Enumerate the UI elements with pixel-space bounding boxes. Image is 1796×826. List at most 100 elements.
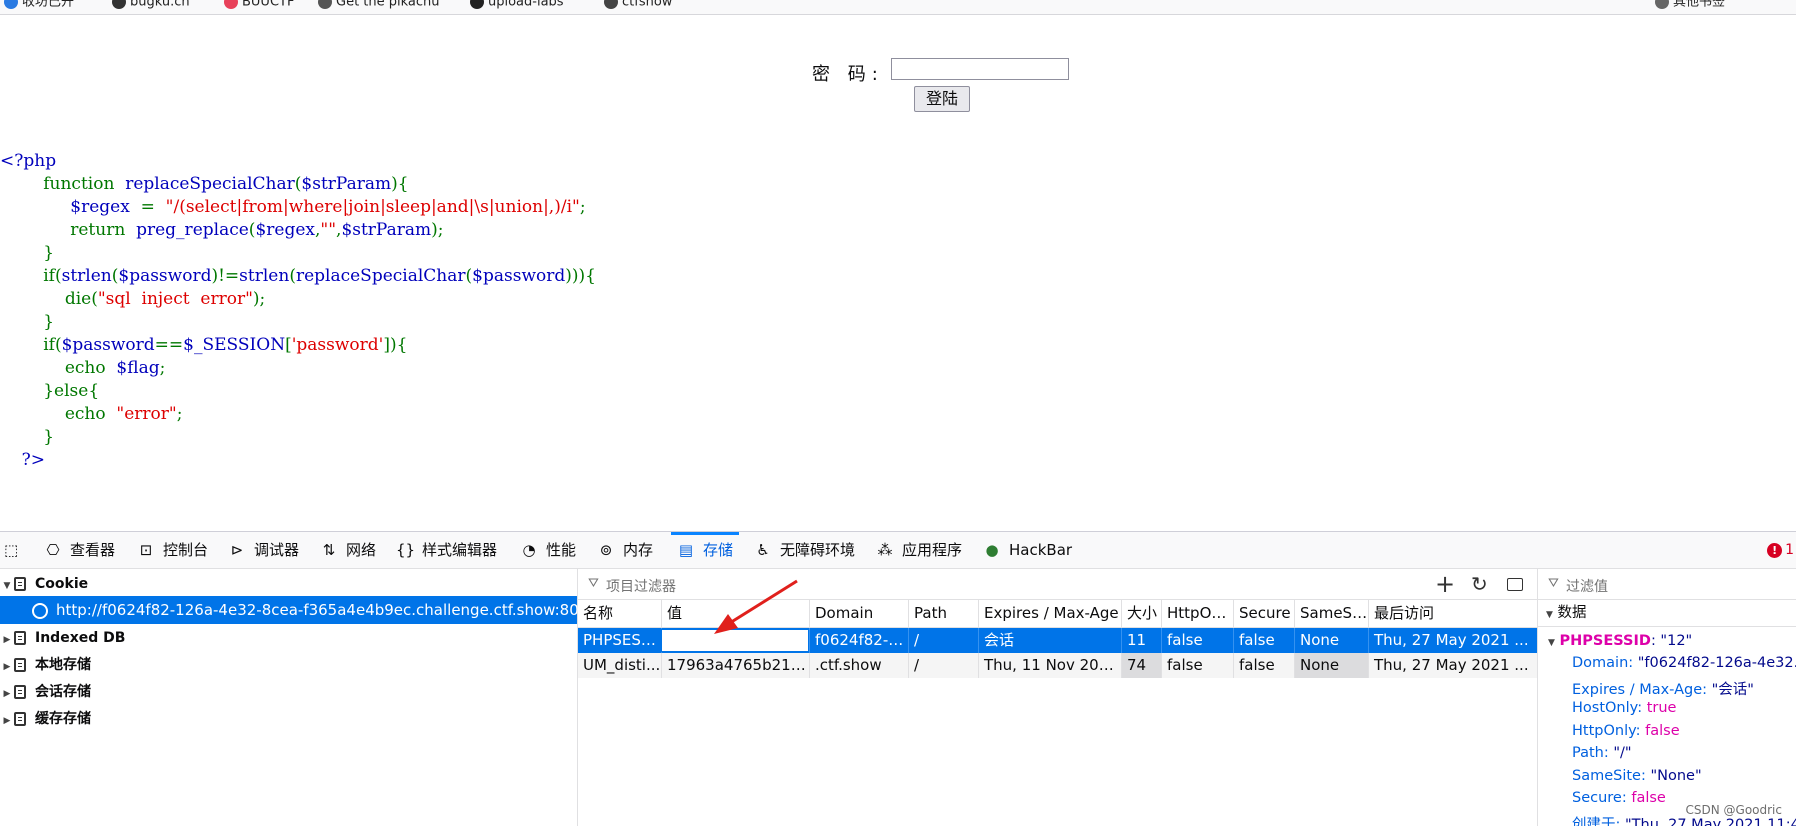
sidebar-prop-separator: : xyxy=(1622,790,1632,806)
table-cell[interactable]: Thu, 11 Nov 2021 ... xyxy=(978,653,1121,678)
accessibility-icon: ♿ xyxy=(754,532,772,568)
sidebar-prop-key: Secure xyxy=(1572,790,1622,806)
sidebar-prop[interactable]: HostOnly: true xyxy=(1572,700,1676,716)
table-row[interactable]: UM_disti...17963a4765b21d-0ce....ctf.sho… xyxy=(578,653,1537,678)
tab-hackbar[interactable]: ●HackBar xyxy=(983,532,1072,568)
sidebar-section-data[interactable]: ▼ 数据 xyxy=(1538,600,1796,627)
tab-accessibility[interactable]: ♿ 无障碍环境 xyxy=(754,532,855,568)
sidebar-prop-value: false xyxy=(1645,723,1680,739)
sidebar-prop[interactable]: Path: "/" xyxy=(1572,745,1632,761)
tab-inspector[interactable]: ⎔查看器 xyxy=(44,532,115,568)
tree-item-indexed-db[interactable]: ▶Indexed DB xyxy=(0,623,577,651)
column-header[interactable]: Path xyxy=(908,600,978,627)
table-filter-bar: ⛛ 项目过滤器 + ↻ xyxy=(578,569,1537,600)
table-cell[interactable]: 74 xyxy=(1121,653,1161,678)
sidebar-item-value: : "12" xyxy=(1651,633,1692,649)
table-cell[interactable]: 17963a4765b21d-0ce... xyxy=(661,653,809,678)
column-header[interactable]: HttpOnly xyxy=(1161,600,1233,627)
table-cell[interactable]: PHPSESS... xyxy=(578,628,661,653)
bookmark-2[interactable]: BUUCTF xyxy=(224,0,294,9)
refresh-icon[interactable]: ↻ xyxy=(1471,569,1488,599)
bookmark-favicon-icon xyxy=(112,0,126,9)
bookmark-0[interactable]: 收坊已开 xyxy=(4,0,74,9)
tab-debugger[interactable]: ⊳调试器 xyxy=(228,532,299,568)
table-cell[interactable]: 11 xyxy=(1121,628,1161,653)
table-cell[interactable]: false xyxy=(1161,628,1233,653)
column-header[interactable]: 名称 xyxy=(578,600,661,627)
table-cell[interactable]: 会话 xyxy=(978,628,1121,653)
error-counter[interactable]: !1 xyxy=(1767,542,1794,558)
element-picker-icon[interactable]: ⬚ xyxy=(4,532,18,568)
tree-item-session-storage[interactable]: ▶会话存储 xyxy=(0,677,577,705)
bookmark-favicon-icon xyxy=(224,0,238,9)
bookmark-5[interactable]: ctfshow xyxy=(604,0,672,9)
tab-label: 查看器 xyxy=(70,541,115,559)
toggle-sidebar-icon[interactable] xyxy=(1507,578,1523,591)
column-header[interactable]: SameSite xyxy=(1294,600,1368,627)
tab-label: HackBar xyxy=(1009,541,1072,559)
sidebar-prop-key: HostOnly xyxy=(1572,700,1637,716)
sidebar-prop-key: SameSite xyxy=(1572,768,1641,784)
tree-item-local-storage[interactable]: ▶本地存储 xyxy=(0,650,577,678)
tab-console[interactable]: ⊡控制台 xyxy=(137,532,208,568)
storage-icon xyxy=(14,712,26,726)
console-icon: ⊡ xyxy=(137,532,155,568)
table-cell[interactable]: f0624f82-1... xyxy=(809,628,908,653)
table-cell[interactable]: / xyxy=(908,653,978,678)
sidebar-prop-value: "None" xyxy=(1650,768,1701,784)
sidebar-section-label: 数据 xyxy=(1558,605,1587,621)
bookmark-3[interactable]: Get the pikachu xyxy=(318,0,440,9)
sidebar-item-phpsessid[interactable]: ▼ PHPSESSID: "12" xyxy=(1548,633,1692,649)
password-input[interactable] xyxy=(891,58,1069,80)
table-cell[interactable]: UM_disti... xyxy=(578,653,661,678)
storage-tree: ▼Cookie http://f0624f82-126a-4e32-8cea-f… xyxy=(0,569,578,826)
tree-label-cache-storage: 缓存存储 xyxy=(35,711,91,727)
column-header[interactable]: Expires / Max-Age xyxy=(978,600,1121,627)
sidebar-filter-input[interactable]: 过滤值 xyxy=(1566,576,1608,596)
tab-style-editor[interactable]: {}样式编辑器 xyxy=(396,532,497,568)
table-cell[interactable]: / xyxy=(908,628,978,653)
tab-storage[interactable]: ▤存储 xyxy=(677,532,733,568)
login-button[interactable]: 登陆 xyxy=(914,86,970,112)
tree-label-cookie-host: http://f0624f82-126a-4e32-8cea-f365a4e4b… xyxy=(56,601,598,619)
table-cell[interactable]: false xyxy=(1233,653,1294,678)
tree-item-cookie-host[interactable]: http://f0624f82-126a-4e32-8cea-f365a4e4b… xyxy=(0,596,577,624)
tree-item-cookie[interactable]: ▼Cookie xyxy=(0,569,577,597)
add-item-icon[interactable]: + xyxy=(1435,569,1455,599)
table-cell[interactable]: false xyxy=(1233,628,1294,653)
table-cell[interactable]: None xyxy=(1294,628,1368,653)
sidebar-prop[interactable]: HttpOnly: false xyxy=(1572,723,1680,739)
bookmark-4[interactable]: upload-labs xyxy=(470,0,564,9)
table-row[interactable]: PHPSESS...f0624f82-1.../会话11falsefalseNo… xyxy=(578,628,1537,653)
tab-label: 无障碍环境 xyxy=(780,541,855,559)
sidebar-prop[interactable]: SameSite: "None" xyxy=(1572,768,1702,784)
tree-item-cache-storage[interactable]: ▶缓存存储 xyxy=(0,704,577,732)
cookie-value-edit-field[interactable] xyxy=(661,629,809,652)
column-header[interactable]: 最后访问 xyxy=(1368,600,1537,627)
sidebar-prop[interactable]: Expires / Max-Age: "会话" xyxy=(1572,678,1754,699)
performance-icon: ◔ xyxy=(520,532,538,568)
tab-memory[interactable]: ⊚内存 xyxy=(597,532,653,568)
tab-network[interactable]: ⇅网络 xyxy=(320,532,376,568)
table-cell[interactable]: Thu, 27 May 2021 ... xyxy=(1368,653,1537,678)
code-line: } xyxy=(0,311,596,334)
bookmark-label: BUUCTF xyxy=(242,0,294,10)
tab-performance[interactable]: ◔性能 xyxy=(520,532,576,568)
table-cell[interactable]: Thu, 27 May 2021 ... xyxy=(1368,628,1537,653)
table-cell[interactable]: false xyxy=(1161,653,1233,678)
sidebar-prop[interactable]: Domain: "f0624f82-126a-4e32...ch xyxy=(1572,655,1796,671)
column-header[interactable]: Secure xyxy=(1233,600,1294,627)
tab-label: 样式编辑器 xyxy=(422,541,497,559)
column-header[interactable]: Domain xyxy=(809,600,908,627)
sidebar-prop[interactable]: Secure: false xyxy=(1572,790,1666,806)
bookmark-6[interactable]: 其他书签 xyxy=(1655,0,1725,9)
column-header[interactable]: 大小 xyxy=(1121,600,1161,627)
bookmark-1[interactable]: bugku.cn xyxy=(112,0,190,9)
table-cell[interactable]: None xyxy=(1294,653,1368,678)
storage-icon: ▤ xyxy=(677,532,695,568)
tab-application[interactable]: ⁂应用程序 xyxy=(876,532,962,568)
table-cell[interactable]: .ctf.show xyxy=(809,653,908,678)
bookmark-label: ctfshow xyxy=(622,0,672,10)
column-header[interactable]: 值 xyxy=(661,600,809,627)
table-filter-input[interactable]: 项目过滤器 xyxy=(606,576,676,596)
